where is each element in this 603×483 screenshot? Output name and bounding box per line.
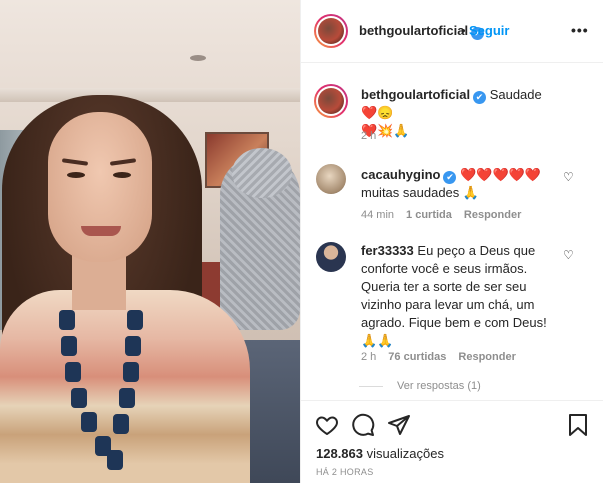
post-actions: 128.863 visualizações HÁ 2 HORAS (301, 400, 603, 483)
comment-like-icon[interactable]: ♡ (563, 248, 574, 262)
divider (359, 385, 383, 387)
comment-likes[interactable]: 76 curtidas (388, 351, 446, 363)
views-label: visualizações (366, 446, 444, 461)
verified-icon: ✔ (473, 91, 487, 104)
person-eye-right (113, 172, 131, 178)
caption: bethgoulartoficial ✔ Saudade ❤️😞 ❤️💥🙏 2 h (301, 80, 603, 150)
caption-username[interactable]: bethgoulartoficial (361, 87, 470, 102)
post-sidebar: bethgoulartoficial ✔ • Seguir ••• bethgou… (300, 0, 603, 483)
comment-item: fer33333 Eu peço a Deus que conforte voc… (301, 238, 603, 373)
caption-time: 2 h (361, 130, 377, 142)
views-number: 128.863 (316, 446, 363, 461)
comment-username[interactable]: cacauhygino (361, 167, 440, 182)
person-face (48, 112, 152, 262)
person-mouth (81, 226, 121, 236)
sculpture-head (232, 148, 292, 198)
comment-hearts: ❤️❤️❤️❤️❤️ (460, 167, 542, 182)
view-replies-label: Ver respostas (1) (397, 380, 481, 392)
comment-text: muitas saudades 🙏 (361, 185, 480, 200)
person-eye-left (67, 172, 85, 178)
comment-icon[interactable] (351, 413, 375, 437)
post-timestamp[interactable]: HÁ 2 HORAS (316, 467, 374, 477)
comment-item: cacauhygino ✔ ❤️❤️❤️❤️❤️ muitas saudades … (301, 160, 603, 230)
share-icon[interactable] (387, 413, 411, 437)
post-media[interactable] (0, 0, 300, 483)
more-options-icon[interactable]: ••• (571, 22, 589, 38)
person-necklace (55, 300, 155, 483)
avatar[interactable] (314, 14, 348, 48)
heart-icon[interactable] (315, 413, 339, 437)
comment-username[interactable]: fer33333 (361, 243, 414, 258)
comment-avatar[interactable] (316, 164, 346, 194)
follow-button[interactable]: Seguir (469, 23, 509, 38)
comment-time: 2 h (361, 351, 377, 363)
separator-dot: • (461, 23, 466, 38)
comment-likes[interactable]: 1 curtida (406, 209, 452, 221)
comment-text: Eu peço a Deus que conforte você e seus … (361, 243, 547, 348)
wall-molding (0, 88, 300, 102)
header-username[interactable]: bethgoulartoficial (359, 23, 468, 38)
reply-button[interactable]: Responder (464, 209, 521, 221)
comment-like-icon[interactable]: ♡ (563, 170, 574, 184)
ceiling-light (190, 55, 206, 61)
reply-button[interactable]: Responder (458, 351, 515, 363)
comment-time: 44 min (361, 209, 395, 221)
caption-avatar[interactable] (314, 84, 348, 118)
view-replies-button[interactable]: Ver respostas (1) (359, 380, 481, 392)
bookmark-icon[interactable] (567, 413, 589, 437)
verified-icon: ✔ (443, 171, 457, 184)
views-count[interactable]: 128.863 visualizações (316, 446, 444, 461)
comment-avatar[interactable] (316, 242, 346, 272)
post-header: bethgoulartoficial ✔ • Seguir ••• (301, 0, 603, 63)
